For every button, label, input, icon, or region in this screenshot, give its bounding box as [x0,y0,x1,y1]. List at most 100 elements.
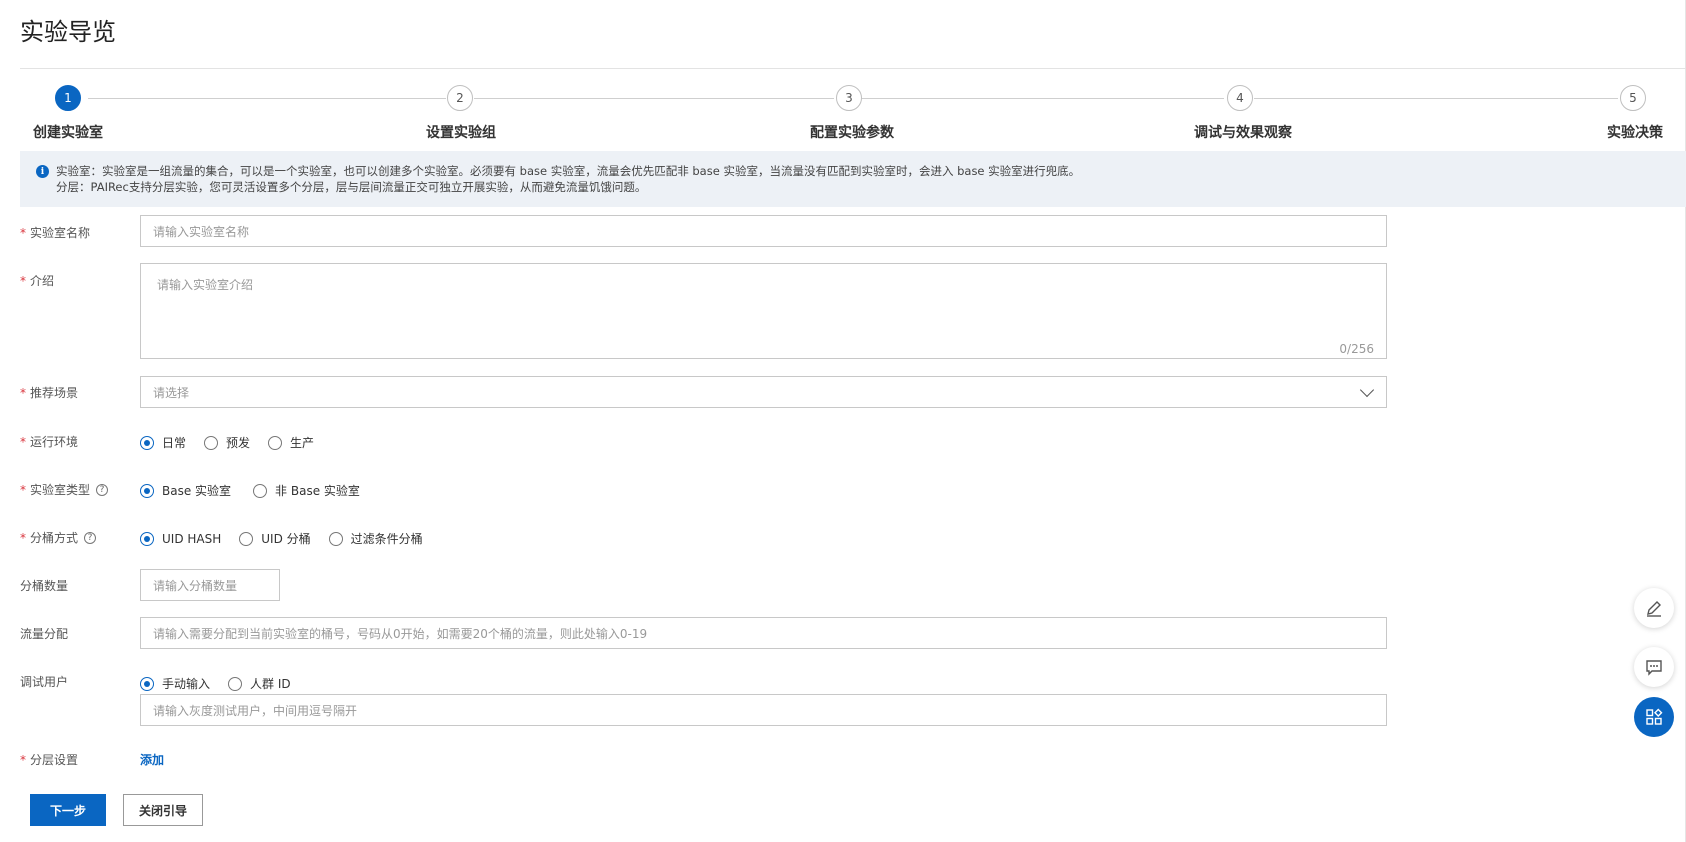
intro-label: * 介绍 [20,272,54,289]
scene-select[interactable]: 请选择 [140,376,1387,408]
env-option-label: 日常 [162,436,187,450]
chevron-down-icon[interactable] [1359,382,1375,398]
debug-users-option-label: 人群 ID [250,677,291,691]
feedback-icon [1646,660,1662,676]
debug-users-option-label: 手动输入 [162,677,211,691]
lab-type-label: * 实验室类型 ? [20,481,109,498]
lab-type-option-label: Base 实验室 [162,484,232,498]
edit-button[interactable] [1634,588,1674,628]
help-icon[interactable]: ? [84,531,97,544]
bucket-method-option-filter[interactable]: 过滤条件分桶 [328,530,423,547]
radio-icon[interactable] [328,531,343,546]
env-option-pre[interactable]: 预发 [204,434,250,451]
lab-type-option-base[interactable]: Base 实验室 [140,482,231,499]
step-4-indicator[interactable]: 4 [1227,85,1253,111]
info-icon: i [36,165,49,178]
debug-users-option-manual[interactable]: 手动输入 [140,675,210,692]
intro-label-text: 介绍 [30,274,55,288]
step-5-label[interactable]: 实验决策 [1607,122,1663,142]
traffic-placeholder: 请输入需要分配到当前实验室的桶号，号码从0开始，如需要20个桶的流量，则此处输入… [153,626,648,641]
debug-users-option-crowd[interactable]: 人群 ID [228,675,291,692]
bucket-method-label: * 分桶方式 ? [20,529,97,546]
radio-icon[interactable] [204,435,219,450]
lab-type-radio-group: Base 实验室 非 Base 实验室 [140,482,378,499]
debug-users-radio-group: 手动输入 人群 ID [140,675,309,692]
required-mark: * [20,273,26,288]
radio-icon[interactable] [228,676,243,691]
lab-name-label: * 实验室名称 [20,224,90,241]
intro-placeholder: 请输入实验室介绍 [157,278,254,292]
step-4-label[interactable]: 调试与效果观察 [1194,122,1292,142]
bucket-method-label-text: 分桶方式 [30,531,79,545]
step-3-indicator[interactable]: 3 [836,85,862,111]
radio-checked-icon[interactable] [140,676,154,691]
radio-checked-icon[interactable] [140,531,154,546]
close-guide-button[interactable]: 关闭引导 [123,794,203,826]
step-1-indicator[interactable]: 1 [55,85,81,111]
layers-label: * 分层设置 [20,751,78,768]
apps-icon [1646,708,1663,725]
info-notice: i 实验室：实验室是一组流量的集合，可以是一个实验室，也可以创建多个实验室。必须… [20,151,1686,207]
required-mark: * [20,225,26,240]
required-mark: * [20,434,26,449]
bucket-method-option-label: UID 分桶 [261,532,311,546]
radio-checked-icon[interactable] [140,483,154,498]
lab-name-input[interactable]: 请输入实验室名称 [140,215,1387,247]
layers-label-text: 分层设置 [30,753,79,767]
page-title: 实验导览 [20,18,116,46]
add-layer-link[interactable]: 添加 [140,751,164,768]
debug-users-input[interactable]: 请输入灰度测试用户，中间用逗号隔开 [140,694,1387,726]
env-label: * 运行环境 [20,433,78,450]
step-connector [862,98,1224,99]
radio-icon[interactable] [253,483,268,498]
notice-line-layer: 分层：PAIRec支持分层实验，您可灵活设置多个分层，层与层间流量正交可独立开展… [56,180,647,194]
env-label-text: 运行环境 [30,435,79,449]
intro-textarea[interactable]: 请输入实验室介绍 0/256 [140,263,1387,359]
help-icon[interactable]: ? [96,483,109,496]
notice-line-lab: 实验室：实验室是一组流量的集合，可以是一个实验室，也可以创建多个实验室。必须要有… [56,164,1081,178]
debug-users-label: 调试用户 [20,675,69,689]
radio-icon[interactable] [239,531,254,546]
feedback-button[interactable] [1634,647,1674,687]
lab-type-label-text: 实验室类型 [30,483,91,497]
bucket-method-option-hash[interactable]: UID HASH [140,531,222,546]
step-3-label[interactable]: 配置实验参数 [810,122,894,142]
intro-char-counter: 0/256 [1339,342,1374,356]
env-option-prod[interactable]: 生产 [268,434,314,451]
bucket-method-radio-group: UID HASH UID 分桶 过滤条件分桶 [140,530,441,547]
required-mark: * [20,482,26,497]
required-mark: * [20,530,26,545]
lab-name-placeholder: 请输入实验室名称 [153,224,250,239]
required-mark: * [20,752,26,767]
edit-icon [1647,601,1661,617]
env-option-label: 预发 [226,436,251,450]
radio-checked-icon[interactable] [140,435,154,450]
lab-type-option-label: 非 Base 实验室 [275,484,360,498]
step-connector [1254,98,1618,99]
traffic-input[interactable]: 请输入需要分配到当前实验室的桶号，号码从0开始，如需要20个桶的流量，则此处输入… [140,617,1387,649]
step-2-label[interactable]: 设置实验组 [426,122,496,142]
scene-label: * 推荐场景 [20,384,78,401]
lab-name-label-text: 实验室名称 [30,226,91,240]
scene-label-text: 推荐场景 [30,386,79,400]
bucket-method-option-uid[interactable]: UID 分桶 [239,530,311,547]
step-2-indicator[interactable]: 2 [447,85,473,111]
radio-icon[interactable] [268,435,283,450]
step-5-indicator[interactable]: 5 [1620,85,1646,111]
env-option-daily[interactable]: 日常 [140,434,186,451]
lab-type-option-nonbase[interactable]: 非 Base 实验室 [253,482,360,499]
traffic-label: 流量分配 [20,627,69,641]
debug-users-placeholder: 请输入灰度测试用户，中间用逗号隔开 [153,703,358,718]
bucket-method-option-label: UID HASH [162,531,222,546]
scene-placeholder: 请选择 [153,385,190,400]
next-step-button[interactable]: 下一步 [30,794,106,826]
bucket-count-label: 分桶数量 [20,579,69,593]
step-1-label[interactable]: 创建实验室 [33,122,103,142]
step-connector [474,98,834,99]
bucket-count-input[interactable]: 请输入分桶数量 [140,569,280,601]
env-radio-group: 日常 预发 生产 [140,434,332,451]
title-divider [20,68,1686,69]
step-connector [88,98,446,99]
apps-button[interactable] [1634,697,1674,737]
step-progress: 1 创建实验室 2 设置实验组 3 配置实验参数 4 调试与效果观察 5 实验决… [0,84,1686,144]
